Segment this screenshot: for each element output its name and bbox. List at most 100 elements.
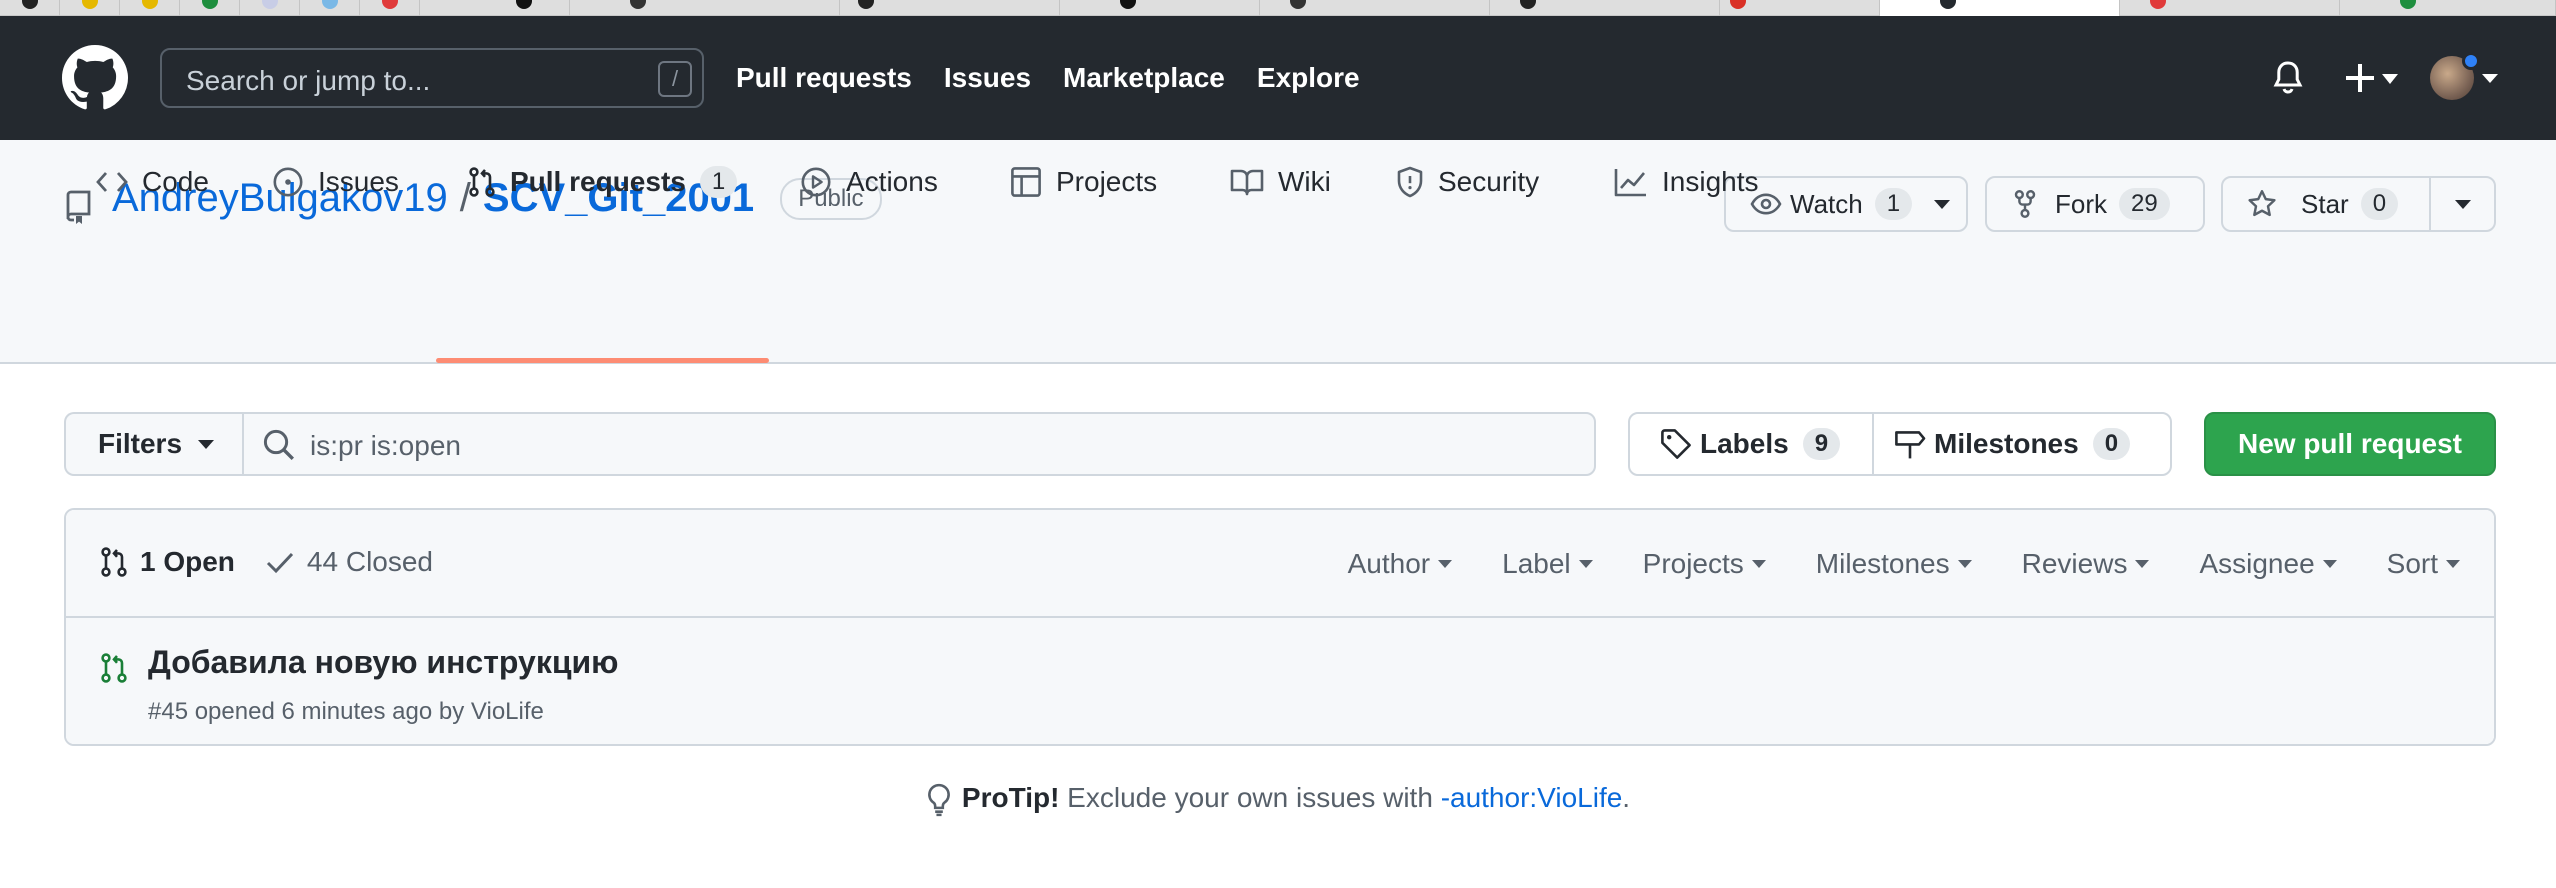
list-header: 1 Open 44 Closed Author Label Projects M… [66,510,2494,618]
pull-request-icon [469,167,495,197]
tab-label: Code [142,166,209,197]
author-menu[interactable]: Author [1348,548,1453,580]
browser-tab[interactable] [300,0,360,16]
label-menu[interactable]: Label [1502,548,1593,580]
light-bulb-icon [928,783,950,816]
milestones-count: 0 [2092,428,2131,460]
issue-icon [273,167,303,197]
pull-request-list: 1 Open 44 Closed Author Label Projects M… [64,508,2496,746]
chevron-down-icon [2446,560,2460,568]
labels-button[interactable]: Labels 9 [1660,414,1841,474]
tab-insights[interactable]: Insights [1614,148,1759,216]
browser-tab[interactable] [570,0,840,16]
star-label: Star [2301,188,2349,219]
menu-label: Author [1347,548,1431,579]
browser-tab[interactable] [1060,0,1260,16]
browser-tab[interactable] [2120,0,2340,16]
shield-icon [1397,166,1423,198]
browser-tab[interactable] [120,0,180,16]
browser-tab[interactable] [1720,0,1880,16]
tab-pull-requests[interactable]: Pull requests 1 [468,148,738,216]
menu-label: Milestones [1815,548,1950,579]
assignee-menu[interactable]: Assignee [2199,548,2337,580]
closed-filter-link[interactable]: 44 Closed [265,546,433,578]
browser-tab[interactable] [0,0,60,16]
filter-search-input[interactable]: is:pr is:open [242,412,1596,476]
menu-label: Label [1502,548,1571,579]
list-item: Добавила новую инструкцию #45 opened 6 m… [66,618,2494,744]
selected-tab-underline [436,358,769,363]
pull-request-meta: #45 opened 6 minutes ago by VioLife [148,698,544,725]
tab-issues[interactable]: Issues [272,148,399,216]
browser-tab[interactable] [1490,0,1720,16]
star-lists-chevron-down-icon[interactable] [2455,200,2471,209]
search-icon [263,429,295,461]
tab-actions[interactable]: Actions [800,148,938,216]
top-nav-issues[interactable]: Issues [944,62,1031,94]
watch-button[interactable]: Watch 1 [1724,176,1968,232]
filter-query[interactable]: is:pr is:open [310,430,461,462]
labels-count: 9 [1802,428,1841,460]
chevron-down-icon[interactable] [1934,199,1951,209]
labels-milestones-group: Labels 9 Milestones 0 [1628,412,2172,476]
protip-link[interactable]: -author:VioLife [1441,782,1623,813]
open-pull-request-icon [101,653,127,683]
status-dot [2462,52,2480,70]
browser-tab[interactable] [60,0,120,16]
github-logo-icon[interactable] [62,45,128,111]
pull-request-icon [101,547,127,577]
tab-label: Actions [846,166,938,197]
browser-tab[interactable] [240,0,300,16]
search-input[interactable]: Search or jump to... [186,65,430,97]
star-divider [2429,178,2431,230]
star-button[interactable]: Star 0 [2221,176,2496,232]
fork-icon [2014,190,2036,218]
browser-tab-active[interactable] [1880,0,2120,16]
tab-code[interactable]: Code [96,148,209,216]
protip-text: Exclude your own issues with [1059,782,1441,813]
global-header: Search or jump to... / Pull requests Iss… [0,16,2556,140]
sort-menu[interactable]: Sort [2387,548,2460,580]
chevron-down-icon [2135,560,2150,568]
chevron-down-icon [2482,74,2498,83]
state-filter: 1 Open 44 Closed [100,546,433,578]
top-nav-explore[interactable]: Explore [1257,62,1360,94]
tab-wiki[interactable]: Wiki [1230,148,1331,216]
browser-tab[interactable] [2340,0,2556,16]
chevron-down-icon [1438,560,1453,568]
browser-tab[interactable] [1260,0,1490,16]
top-nav-pull-requests[interactable]: Pull requests [736,62,912,94]
fork-count: 29 [2119,188,2170,220]
browser-tab[interactable] [180,0,240,16]
play-icon [801,167,831,197]
open-filter-link[interactable]: 1 Open [100,546,235,578]
milestones-menu[interactable]: Milestones [1816,548,1972,580]
milestones-button[interactable]: Milestones 0 [1894,414,2131,474]
tab-projects[interactable]: Projects [1010,148,1157,216]
browser-tab[interactable] [360,0,420,16]
tab-label: Projects [1056,166,1158,197]
chevron-down-icon [1751,560,1766,568]
new-pull-request-button[interactable]: New pull request [2204,412,2496,476]
user-menu[interactable] [2430,52,2502,100]
reviews-menu[interactable]: Reviews [2022,548,2150,580]
star-icon [2248,190,2276,217]
top-nav-marketplace[interactable]: Marketplace [1063,62,1225,94]
tab-counter: 1 [699,166,738,198]
menu-label: Sort [2386,548,2438,579]
projects-menu[interactable]: Projects [1643,548,1766,580]
pull-request-title-link[interactable]: Добавила новую инструкцию [148,644,619,681]
global-search[interactable]: Search or jump to... / [160,48,704,108]
book-icon [1230,169,1264,196]
browser-tab[interactable] [420,0,570,16]
open-count-label: 1 Open [140,546,235,577]
star-count: 0 [2360,188,2399,220]
filters-button[interactable]: Filters [64,412,244,476]
fork-button[interactable]: Fork 29 [1985,176,2205,232]
notifications-bell-icon[interactable] [2272,60,2304,96]
protip: ProTip! Exclude your own issues with -au… [0,782,2556,817]
create-new-plus-icon[interactable] [2344,60,2400,96]
tab-security[interactable]: Security [1396,148,1539,216]
tab-label: Pull requests [510,166,686,197]
browser-tab[interactable] [840,0,1060,16]
